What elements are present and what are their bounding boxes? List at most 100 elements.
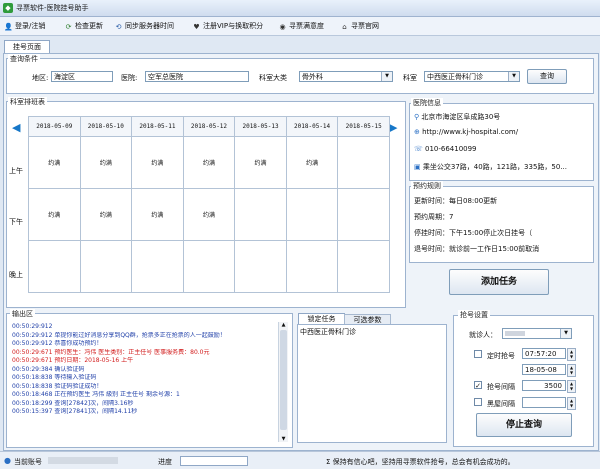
schedule-date-header: 2018-05-10: [79, 116, 133, 137]
schedule-cell[interactable]: 约满: [28, 188, 81, 241]
schedule-cell[interactable]: 约满: [28, 136, 81, 189]
log-line: 00:50:29:671 预约医生：冯伟 医生类别：正主任号 医事服务费：80.…: [12, 348, 210, 356]
schedule-cell[interactable]: 约满: [234, 136, 287, 189]
patient-name-redacted: [505, 331, 525, 336]
vip-button[interactable]: ♥ 注册VIP与换取积分: [192, 20, 263, 32]
log-scrollbar[interactable]: ▲ ▼: [278, 322, 288, 442]
hospital-address: ⚲ 北京市海淀区阜成路30号: [414, 113, 501, 121]
schedule-cell[interactable]: [234, 240, 287, 293]
sync-icon: ⟲: [115, 23, 122, 31]
rule-refund-time: 退号时间：就诊前一工作日15:00前取消: [414, 245, 540, 253]
blacklist-label: 黑屋间隔: [487, 400, 515, 408]
timed-checkbox[interactable]: [474, 350, 482, 358]
target-icon: ◉: [279, 23, 286, 31]
check-update-button[interactable]: ⟳ 检查更新: [64, 20, 103, 32]
interval-checkbox[interactable]: ✓: [474, 381, 482, 390]
patient-label: 就诊人：: [469, 331, 497, 339]
search-button[interactable]: 查询: [527, 69, 567, 84]
query-group-title: 查询条件: [8, 54, 40, 64]
schedule-cell[interactable]: [285, 240, 339, 293]
schedule-cell[interactable]: [337, 136, 390, 189]
stop-query-button[interactable]: 停止查询: [476, 413, 572, 437]
user-icon: 👤: [4, 23, 13, 31]
bus-icon: ▣: [414, 163, 421, 171]
schedule-cell[interactable]: [28, 240, 81, 293]
schedule-cell[interactable]: [285, 188, 339, 241]
schedule-cell[interactable]: [182, 240, 236, 293]
schedule-group-title: 科室排班表: [8, 97, 47, 107]
log-line: 00:50:15:397 查询[27841]次，间隔14.11秒: [12, 408, 138, 415]
scroll-down-icon[interactable]: ▼: [280, 436, 287, 442]
district-field[interactable]: 海淀区: [51, 71, 113, 82]
schedule-date-header: 2018-05-11: [131, 116, 184, 137]
schedule-date-header: 2018-05-09: [28, 116, 81, 137]
chevron-down-icon: ▼: [381, 72, 392, 81]
timed-date-field[interactable]: 18-05-08: [522, 364, 566, 375]
refresh-icon: ⟳: [65, 23, 72, 31]
sync-time-button[interactable]: ⟲ 同步服务器时间: [114, 20, 174, 32]
website-button[interactable]: ⌂ 寻票官网: [340, 20, 379, 32]
interval-spinner[interactable]: ▲ ▼: [567, 380, 576, 393]
schedule-cell[interactable]: 约满: [285, 136, 339, 189]
row-label-afternoon: 下午: [9, 218, 23, 226]
dept-category-label: 科室大类: [259, 74, 287, 82]
timed-time-field[interactable]: 07:57:20: [522, 348, 566, 359]
dept-category-select[interactable]: 骨外科 ▼: [299, 71, 393, 82]
output-log: 00:50:29:912 00:50:29:912 单提你能过好消息分享到QQ群，…: [12, 323, 274, 441]
rules-title: 预约规则: [411, 181, 443, 191]
district-label: 地区:: [32, 74, 49, 82]
dept-select[interactable]: 中西医正骨科门诊 ▼: [424, 71, 520, 82]
schedule-cell[interactable]: 约满: [182, 136, 236, 189]
log-line: 00:50:29:912 单提你能过好消息分享到QQ群，抢票多正在抢票的人一起鼓…: [12, 331, 226, 339]
progress-label: 进度: [158, 458, 172, 466]
schedule-date-header: 2018-05-13: [234, 116, 287, 137]
chevron-down-icon: ▼: [560, 329, 571, 338]
task-item[interactable]: 中西医正骨科门诊: [300, 327, 356, 337]
schedule-cell[interactable]: [337, 188, 390, 241]
patient-select[interactable]: ▼: [502, 328, 572, 339]
scroll-thumb[interactable]: [280, 330, 287, 430]
schedule-cell[interactable]: 约满: [182, 188, 236, 241]
schedule-date-header: 2018-05-14: [285, 116, 339, 137]
location-pin-icon: ⚲: [414, 113, 420, 121]
account-icon: ●: [4, 456, 11, 465]
blacklist-field[interactable]: [522, 397, 566, 408]
blacklist-checkbox[interactable]: [474, 398, 482, 406]
interval-field[interactable]: 3500: [522, 380, 566, 391]
schedule-cell[interactable]: 约满: [131, 188, 184, 241]
log-line: 00:50:29:384 确认验证码: [12, 365, 85, 373]
schedule-date-header: 2018-05-12: [182, 116, 236, 137]
hospital-phone: ☏ 010-66410099: [414, 145, 477, 153]
next-week-arrow-icon[interactable]: ▶: [389, 121, 397, 134]
schedule-cell[interactable]: [234, 188, 287, 241]
schedule-cell[interactable]: 约满: [79, 188, 133, 241]
schedule-cell[interactable]: [79, 240, 133, 293]
blacklist-spinner[interactable]: ▲ ▼: [567, 397, 576, 410]
hospital-field[interactable]: 空军总医院: [145, 71, 249, 82]
schedule-cell[interactable]: [337, 240, 390, 293]
rule-cycle: 预约周期：7: [414, 213, 454, 221]
schedule-date-header: 2018-05-15: [337, 116, 390, 137]
prev-week-arrow-icon[interactable]: ◀: [12, 121, 20, 134]
schedule-cell[interactable]: 约满: [131, 136, 184, 189]
window-title: 寻票软件-医院挂号助手: [16, 4, 89, 12]
date-spinner[interactable]: ▲ ▼: [567, 364, 576, 377]
hospital-url[interactable]: ⊕ http://www.kj-hospital.com/: [414, 128, 518, 136]
scroll-up-icon[interactable]: ▲: [280, 322, 287, 328]
schedule-grid: 2018-05-09 2018-05-10 2018-05-11 2018-05-12…: [28, 116, 390, 293]
login-button[interactable]: 👤 登录/注销: [4, 20, 45, 32]
hospital-info-title: 医院信息: [411, 98, 443, 108]
schedule-cell[interactable]: 约满: [79, 136, 133, 189]
tab-registration[interactable]: 挂号页面: [4, 40, 50, 54]
schedule-grid-table: 2018-05-09 2018-05-10 2018-05-11 2018-05-12…: [28, 116, 390, 293]
schedule-cell[interactable]: [131, 240, 184, 293]
time-spinner[interactable]: ▲ ▼: [567, 348, 576, 361]
status-message: Σ 保持有信心吧，坚持用寻票软件抢号，总会有机会成功的。: [326, 458, 515, 466]
hospital-bus: ▣ 乘坐公交37路，40路，121路，335路，50...: [414, 163, 567, 171]
add-task-button[interactable]: 添加任务: [449, 269, 549, 295]
phone-icon: ☏: [414, 145, 423, 153]
app-icon: ◆: [3, 3, 13, 13]
satisfaction-button[interactable]: ◉ 寻票满意度: [278, 20, 324, 32]
dept-label: 科室: [403, 74, 417, 82]
log-line: 00:50:29:912: [12, 323, 53, 330]
